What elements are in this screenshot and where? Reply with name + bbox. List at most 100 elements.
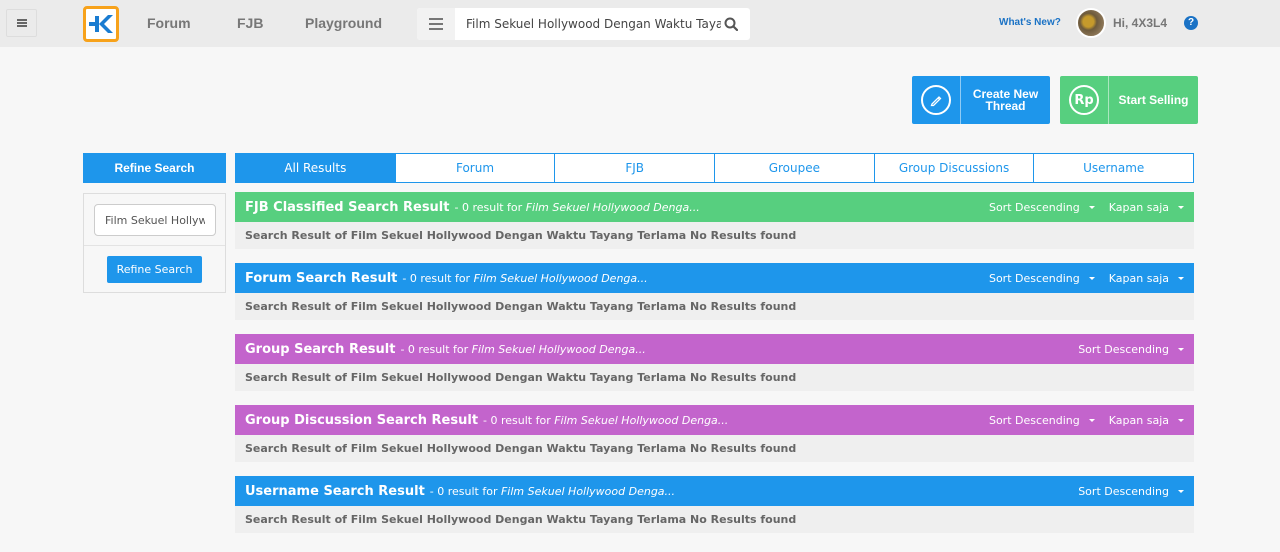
result-tabs: All Results Forum FJB Groupee Group Disc… [235, 153, 1194, 183]
search-input[interactable] [466, 17, 721, 31]
sort-dropdown[interactable]: Sort Descending [1078, 485, 1184, 498]
result-controls: Sort Descending [1064, 485, 1184, 498]
caret-down-icon [1178, 347, 1184, 351]
start-selling-button[interactable]: Rp Start Selling [1060, 76, 1198, 124]
group-result-section: Group Search Result - 0 result for Film … [235, 334, 1194, 391]
tab-fjb[interactable]: FJB [554, 154, 714, 182]
result-query: Film Sekuel Hollywood Denga... [554, 413, 729, 427]
time-label: Kapan saja [1108, 413, 1169, 427]
caret-down-icon [1178, 276, 1184, 280]
result-header: FJB Classified Search Result - 0 result … [235, 192, 1194, 222]
result-count: - 0 result for [429, 484, 498, 498]
result-header: Username Search Result - 0 result for Fi… [235, 476, 1194, 506]
user-avatar[interactable] [1076, 8, 1106, 38]
create-thread-label-line2: Thread [985, 99, 1026, 113]
time-dropdown[interactable]: Kapan saja [1109, 201, 1184, 214]
refine-search-button[interactable]: Refine Search [107, 256, 202, 283]
tab-groupee[interactable]: Groupee [714, 154, 874, 182]
tab-username[interactable]: Username [1033, 154, 1193, 182]
rupiah-icon-wrap: Rp [1060, 76, 1109, 124]
result-header: Forum Search Result - 0 result for Film … [235, 263, 1194, 293]
user-greeting[interactable]: Hi, 4X3L4 [1113, 16, 1167, 30]
caret-down-icon [1178, 489, 1184, 493]
top-navbar: Forum FJB Playground What's New? Hi, 4X3… [0, 0, 1280, 47]
search-icon[interactable] [724, 16, 739, 35]
caret-down-icon [1178, 418, 1184, 422]
caret-down-icon [1088, 418, 1095, 422]
result-count: - 0 result for [454, 200, 523, 214]
main-menu-button[interactable] [6, 9, 37, 37]
forum-result-section: Forum Search Result - 0 result for Film … [235, 263, 1194, 320]
tab-forum[interactable]: Forum [394, 154, 555, 182]
result-query: Film Sekuel Hollywood Denga... [471, 342, 646, 356]
time-dropdown[interactable]: Kapan saja [1109, 272, 1184, 285]
search-category-button[interactable] [417, 8, 455, 40]
pencil-icon [921, 85, 951, 115]
result-header: Group Discussion Search Result - 0 resul… [235, 405, 1194, 435]
result-message: Search Result of Film Sekuel Hollywood D… [235, 435, 1194, 462]
rupiah-icon: Rp [1069, 85, 1099, 115]
caret-down-icon [1178, 205, 1184, 209]
hamburger-icon [429, 18, 443, 30]
sort-dropdown[interactable]: Sort Descending [989, 414, 1095, 427]
result-title[interactable]: Forum Search Result [245, 271, 397, 286]
kaskus-logo[interactable] [83, 6, 119, 42]
result-meta: - 0 result for Film Sekuel Hollywood Den… [430, 485, 675, 498]
time-label: Kapan saja [1108, 271, 1169, 285]
caret-down-icon [1088, 205, 1095, 209]
result-query: Film Sekuel Hollywood Denga... [525, 200, 700, 214]
result-count: - 0 result for [400, 342, 469, 356]
refine-search-input[interactable] [94, 204, 216, 236]
result-count: - 0 result for [483, 413, 551, 427]
sort-dropdown[interactable]: Sort Descending [1078, 343, 1184, 356]
result-controls: Sort Descending Kapan saja [975, 201, 1184, 214]
result-controls: Sort Descending Kapan saja [975, 272, 1184, 285]
sort-label: Sort Descending [988, 271, 1080, 285]
result-meta: - 0 result for Film Sekuel Hollywood Den… [483, 414, 728, 427]
result-meta: - 0 result for Film Sekuel Hollywood Den… [454, 201, 699, 214]
sort-label: Sort Descending [988, 200, 1080, 214]
fjb-result-section: FJB Classified Search Result - 0 result … [235, 192, 1194, 249]
divider [84, 245, 225, 246]
result-message: Search Result of Film Sekuel Hollywood D… [235, 293, 1194, 320]
create-thread-label: Create New Thread [961, 88, 1050, 112]
sort-dropdown[interactable]: Sort Descending [989, 201, 1095, 214]
help-icon[interactable]: ? [1184, 16, 1198, 30]
result-query: Film Sekuel Hollywood Denga... [500, 484, 676, 498]
sort-dropdown[interactable]: Sort Descending [989, 272, 1095, 285]
start-selling-label: Start Selling [1118, 93, 1189, 107]
time-label: Kapan saja [1108, 200, 1169, 214]
refine-search-panel: Refine Search [83, 193, 226, 293]
create-new-thread-button[interactable]: Create New Thread [912, 76, 1050, 124]
hamburger-icon [16, 19, 27, 27]
nav-fjb[interactable]: FJB [237, 15, 263, 31]
result-query: Film Sekuel Hollywood Denga... [473, 271, 648, 285]
result-count: - 0 result for [402, 271, 471, 285]
sort-label: Sort Descending [988, 413, 1080, 427]
result-header: Group Search Result - 0 result for Film … [235, 334, 1194, 364]
time-dropdown[interactable]: Kapan saja [1109, 414, 1184, 427]
username-result-section: Username Search Result - 0 result for Fi… [235, 476, 1194, 533]
pencil-icon-wrap [912, 76, 961, 124]
nav-playground[interactable]: Playground [305, 15, 382, 31]
result-title[interactable]: Username Search Result [245, 484, 425, 499]
result-message: Search Result of Film Sekuel Hollywood D… [235, 364, 1194, 391]
search-bar [417, 8, 750, 40]
result-controls: Sort Descending Kapan saja [975, 414, 1184, 427]
result-meta: - 0 result for Film Sekuel Hollywood Den… [402, 272, 647, 285]
result-message: Search Result of Film Sekuel Hollywood D… [235, 222, 1194, 249]
nav-forum[interactable]: Forum [147, 15, 191, 31]
result-controls: Sort Descending [1064, 343, 1184, 356]
whats-new-link[interactable]: What's New? [999, 17, 1061, 28]
result-message: Search Result of Film Sekuel Hollywood D… [235, 506, 1194, 533]
kaskus-k-icon [89, 15, 113, 33]
result-title[interactable]: FJB Classified Search Result [245, 200, 449, 215]
sort-label: Sort Descending [1078, 484, 1169, 498]
result-title[interactable]: Group Discussion Search Result [245, 413, 478, 428]
caret-down-icon [1088, 276, 1095, 280]
tab-group-discussions[interactable]: Group Discussions [873, 154, 1034, 182]
result-title[interactable]: Group Search Result [245, 342, 395, 357]
tab-all-results[interactable]: All Results [236, 154, 395, 182]
result-meta: - 0 result for Film Sekuel Hollywood Den… [400, 343, 645, 356]
refine-search-header: Refine Search [83, 153, 226, 183]
